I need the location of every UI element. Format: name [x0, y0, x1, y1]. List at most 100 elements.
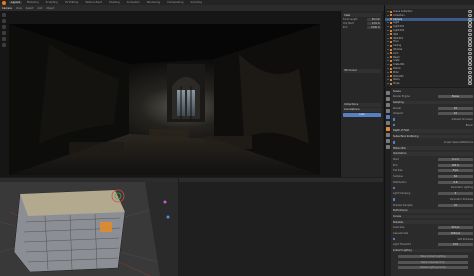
npanel-3d-cursor-header[interactable]: 3D Cursor	[343, 68, 381, 73]
property-checkbox[interactable]	[393, 141, 396, 144]
disclosure-triangle-icon[interactable]	[387, 52, 389, 54]
property-row[interactable]: Performance	[393, 209, 473, 213]
header-menu-view[interactable]: View	[16, 7, 22, 10]
property-label[interactable]: Bake Indirect Lighting	[398, 254, 468, 258]
property-field[interactable]: 0.8	[438, 180, 473, 184]
visibility-eye-icon[interactable]	[468, 25, 472, 29]
disclosure-triangle-icon[interactable]	[387, 49, 389, 51]
visibility-eye-icon[interactable]	[468, 13, 472, 18]
cursor-tool-icon[interactable]	[2, 25, 6, 29]
workspace-tab-compositing[interactable]: Compositing	[165, 1, 185, 4]
disclosure-triangle-icon[interactable]	[387, 79, 389, 81]
disclosure-triangle-icon[interactable]	[387, 60, 389, 62]
visibility-eye-icon[interactable]	[468, 28, 472, 33]
disclosure-triangle-icon[interactable]	[387, 41, 389, 43]
disclosure-triangle-icon[interactable]	[387, 33, 389, 35]
outliner-item[interactable]: Ceiling	[385, 44, 474, 48]
3d-viewport-camera[interactable]	[0, 11, 340, 177]
visibility-eye-icon[interactable]	[468, 66, 472, 71]
outliner-item[interactable]: Scene Collection	[385, 9, 474, 14]
workspace-tab-uv-editing[interactable]: UV Editing	[63, 1, 81, 4]
outliner-item[interactable]: Light.002	[385, 28, 474, 33]
visibility-eye-icon[interactable]	[468, 82, 472, 86]
disclosure-triangle-icon[interactable]	[387, 22, 389, 24]
property-field[interactable]: 64	[438, 106, 473, 110]
outliner-item[interactable]: Light.001	[385, 25, 474, 29]
workspace-tab-rendering[interactable]: Rendering	[145, 1, 162, 4]
workspace-tab-sculpting[interactable]: Sculpting	[44, 1, 60, 4]
node-editor-area[interactable]	[179, 178, 383, 276]
property-checkbox[interactable]	[393, 124, 396, 127]
outliner-item[interactable]: Light	[385, 21, 474, 25]
disclosure-triangle-icon[interactable]	[387, 11, 389, 13]
scale-tool-icon[interactable]	[2, 43, 6, 47]
outliner-item[interactable]: Beam	[385, 55, 474, 59]
header-menu-add[interactable]: Add	[37, 7, 42, 10]
visibility-eye-icon[interactable]	[468, 32, 472, 37]
disclosure-triangle-icon[interactable]	[387, 18, 389, 20]
property-field[interactable]: 16	[438, 112, 473, 116]
disclosure-triangle-icon[interactable]	[387, 64, 389, 66]
npanel-row-value[interactable]: 50 mm	[367, 18, 381, 21]
tool-tab-icon[interactable]	[386, 91, 390, 95]
npanel-view-header[interactable]: View	[343, 13, 381, 17]
outliner-item[interactable]: Debris	[385, 66, 474, 71]
outliner-item[interactable]: Collection	[385, 13, 474, 18]
property-row[interactable]: Subsurface Scattering	[393, 134, 473, 139]
editor-type-icon[interactable]	[2, 13, 6, 17]
property-row[interactable]: Curves	[393, 214, 473, 219]
property-field[interactable]: 1024 px	[438, 232, 473, 236]
property-field[interactable]: 0	[438, 192, 473, 196]
npanel-annotations-header[interactable]: Annotations	[343, 107, 381, 112]
disclosure-triangle-icon[interactable]	[387, 26, 389, 28]
npanel-row-value[interactable]: 1000 m	[367, 25, 381, 29]
workspace-tab-scripting[interactable]: Scripting	[188, 1, 204, 4]
outliner-item[interactable]: Wall	[385, 32, 474, 37]
visibility-eye-icon[interactable]	[468, 9, 472, 14]
property-field[interactable]: 100 m	[438, 163, 473, 167]
property-label[interactable]: Delete Lighting Cache	[398, 266, 468, 270]
visibility-eye-icon[interactable]	[468, 70, 472, 75]
property-label[interactable]: Bake Cubemap Only	[398, 260, 468, 264]
rotate-tool-icon[interactable]	[2, 37, 6, 41]
visibility-eye-icon[interactable]	[468, 44, 472, 48]
property-checkbox[interactable]	[393, 118, 396, 121]
constraints-tab-icon[interactable]	[386, 139, 390, 143]
header-menu-select[interactable]: Select	[26, 7, 34, 10]
object-tab-icon[interactable]	[386, 127, 390, 131]
move-tool-icon[interactable]	[2, 31, 6, 35]
outliner-item[interactable]: Wall.001	[385, 36, 474, 40]
property-field[interactable]: Eevee	[438, 95, 473, 99]
lock-button[interactable]: Lock	[343, 112, 381, 117]
workspace-tab-shading[interactable]: Shading	[107, 1, 122, 4]
modifier-tab-icon[interactable]	[386, 133, 390, 137]
view-layer-tab-icon[interactable]	[386, 109, 390, 113]
property-checkbox[interactable]	[393, 186, 396, 190]
outliner-item[interactable]: Pillar	[385, 70, 474, 75]
npanel-row-value[interactable]: 0.01 m	[367, 21, 381, 25]
disclosure-triangle-icon[interactable]	[387, 45, 389, 47]
outliner-item[interactable]: Props	[385, 82, 474, 86]
select-tool-icon[interactable]	[2, 19, 6, 23]
property-field[interactable]: 0.01	[438, 243, 473, 247]
disclosure-triangle-icon[interactable]	[387, 14, 389, 16]
disclosure-triangle-icon[interactable]	[387, 68, 389, 70]
disclosure-triangle-icon[interactable]	[387, 83, 389, 85]
outliner-item[interactable]: Crate	[385, 59, 474, 63]
disclosure-triangle-icon[interactable]	[387, 71, 389, 73]
disclosure-triangle-icon[interactable]	[387, 30, 389, 32]
workspace-tab-texture-paint[interactable]: Texture Paint	[83, 1, 104, 4]
property-checkbox[interactable]	[393, 198, 396, 201]
disclosure-triangle-icon[interactable]	[387, 56, 389, 58]
property-field[interactable]: 64	[438, 175, 473, 179]
outliner-item[interactable]: Stairs	[385, 78, 474, 82]
visibility-eye-icon[interactable]	[468, 47, 472, 52]
data-tab-icon[interactable]	[386, 145, 390, 149]
npanel-collections-header[interactable]: Collections	[343, 102, 381, 107]
outliner-item[interactable]: Crate.001	[385, 63, 474, 67]
header-menu-object[interactable]: Object	[46, 7, 54, 10]
disclosure-triangle-icon[interactable]	[387, 37, 389, 39]
property-row[interactable]: Volumetrics	[393, 152, 473, 156]
property-row[interactable]: Motion Blur	[393, 146, 473, 150]
outliner-item[interactable]: Window	[385, 47, 474, 52]
